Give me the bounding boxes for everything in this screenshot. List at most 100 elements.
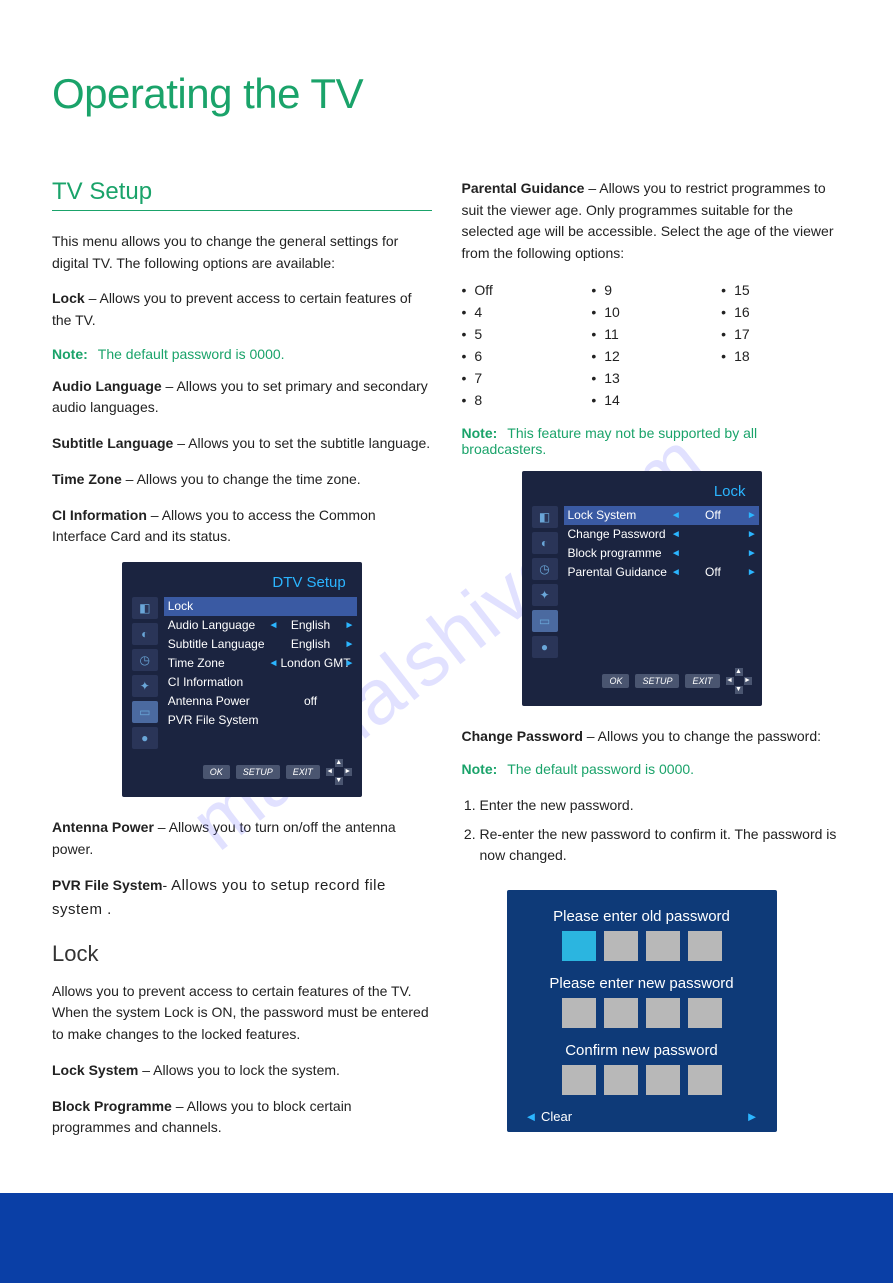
osd-menu-list: Lock Audio Language◄English► Subtitle La… (164, 597, 357, 749)
osd-row-timezone: Time Zone◄London GMT► (164, 654, 357, 673)
note-broadcaster: Note:This feature may not be supported b… (462, 425, 842, 457)
osd-nav-buttons: OK SETUP EXIT ▲◄►▼ (132, 759, 352, 785)
lock-icon: ● (532, 636, 558, 658)
pwd-box (688, 931, 722, 961)
dpad-icon: ▲◄►▼ (726, 668, 752, 694)
camera-icon: ◧ (132, 597, 158, 619)
osd-category-icons: ◧ ◐ ◷ ✦ ▭ ● (132, 597, 158, 749)
section-heading-tv-setup: TV Setup (52, 178, 432, 211)
osd-setup-button: SETUP (635, 674, 679, 688)
pg-opt: 6 (462, 345, 582, 367)
parental-options-grid: Off 4 5 6 7 8 9 10 11 12 13 14 (462, 279, 842, 411)
pg-opt: 17 (721, 323, 841, 345)
page-content: Operating the TV TV Setup This menu allo… (0, 0, 893, 1153)
pwd-box (688, 998, 722, 1028)
sound-icon: ◐ (532, 532, 558, 554)
def-antenna-power: Antenna Power – Allows you to turn on/of… (52, 817, 432, 860)
def-audio-language: Audio Language – Allows you to set prima… (52, 376, 432, 419)
def-ci-information: CI Information – Allows you to access th… (52, 505, 432, 548)
pwd-boxes-old (525, 931, 759, 961)
subsection-lock: Lock (52, 941, 432, 967)
footer-bar (0, 1193, 893, 1283)
step-1: Enter the new password. (480, 791, 842, 820)
sound-icon: ◐ (132, 623, 158, 645)
note-default-password-2: Note:The default password is 0000. (462, 761, 842, 777)
clock-icon: ◷ (132, 649, 158, 671)
osd-ok-button: OK (203, 765, 230, 779)
osd-title: DTV Setup (132, 572, 352, 597)
page-title: Operating the TV (52, 70, 841, 118)
osd-row-pvr: PVR File System (164, 711, 357, 730)
pwd-boxes-confirm (525, 1065, 759, 1095)
osd-row-blockprog: Block programme◄► (564, 544, 759, 563)
osd-row-ci: CI Information (164, 673, 357, 692)
clear-label: Clear (525, 1109, 573, 1124)
osd-dtv-setup: DTV Setup ◧ ◐ ◷ ✦ ▭ ● Lock Audio Langu (122, 562, 362, 797)
osd-row-antenna: Antenna Poweroff (164, 692, 357, 711)
osd-row-audio: Audio Language◄English► (164, 616, 357, 635)
def-lock-system: Lock System – Allows you to lock the sys… (52, 1060, 432, 1082)
pg-opt: 13 (591, 367, 711, 389)
pg-opt: Off (462, 279, 582, 301)
intro-paragraph: This menu allows you to change the gener… (52, 231, 432, 274)
pg-opt: 12 (591, 345, 711, 367)
pg-opt: 10 (591, 301, 711, 323)
osd-row-subtitle: Subtitle LanguageEnglish► (164, 635, 357, 654)
pg-opt: 16 (721, 301, 841, 323)
osd-row-changepw: Change Password◄► (564, 525, 759, 544)
pwd-box (688, 1065, 722, 1095)
osd-ok-button: OK (602, 674, 629, 688)
lock-icon: ● (132, 727, 158, 749)
osd-category-icons: ◧ ◐ ◷ ✦ ▭ ● (532, 506, 558, 658)
def-change-password: Change Password – Allows you to change t… (462, 726, 842, 748)
def-subtitle-language: Subtitle Language – Allows you to set th… (52, 433, 432, 455)
osd-password: Please enter old password Please enter n… (507, 890, 777, 1132)
pwd-box (604, 1065, 638, 1095)
pwd-label-new: Please enter new password (525, 975, 759, 992)
settings-icon: ✦ (132, 675, 158, 697)
pwd-box (562, 931, 596, 961)
pwd-label-confirm: Confirm new password (525, 1042, 759, 1059)
def-parental-guidance: Parental Guidance – Allows you to restri… (462, 178, 842, 265)
lock-intro: Allows you to prevent access to certain … (52, 981, 432, 1046)
pwd-box (562, 1065, 596, 1095)
pwd-box (646, 998, 680, 1028)
pwd-box (646, 1065, 680, 1095)
step-2: Re-enter the new password to confirm it.… (480, 820, 842, 870)
right-column: Parental Guidance – Allows you to restri… (462, 178, 842, 1153)
camera-icon: ◧ (532, 506, 558, 528)
right-arrow-icon: ► (746, 1109, 759, 1124)
settings-icon: ✦ (532, 584, 558, 606)
tv-icon: ▭ (532, 610, 558, 632)
note-default-password-1: Note:The default password is 0000. (52, 346, 432, 362)
osd-row-locksystem: Lock System◄Off► (564, 506, 759, 525)
pg-opt: 5 (462, 323, 582, 345)
osd-exit-button: EXIT (286, 765, 320, 779)
def-lock: Lock – Allows you to prevent access to c… (52, 288, 432, 331)
pg-opt: 14 (591, 389, 711, 411)
password-steps: Enter the new password. Re-enter the new… (480, 791, 842, 870)
pg-col-1: Off 4 5 6 7 8 (462, 279, 582, 411)
pwd-footer: Clear ► (525, 1109, 759, 1124)
clock-icon: ◷ (532, 558, 558, 580)
osd-nav-buttons: OK SETUP EXIT ▲◄►▼ (532, 668, 752, 694)
osd-setup-button: SETUP (236, 765, 280, 779)
osd-exit-button: EXIT (685, 674, 719, 688)
pwd-box (646, 931, 680, 961)
osd-row-parental: Parental Guidance◄Off► (564, 563, 759, 582)
pg-col-2: 9 10 11 12 13 14 (591, 279, 711, 411)
pg-opt: 4 (462, 301, 582, 323)
pg-opt: 11 (591, 323, 711, 345)
osd-menu-list: Lock System◄Off► Change Password◄► Block… (564, 506, 759, 658)
left-column: TV Setup This menu allows you to change … (52, 178, 432, 1153)
pwd-label-old: Please enter old password (525, 908, 759, 925)
pwd-boxes-new (525, 998, 759, 1028)
pg-opt: 15 (721, 279, 841, 301)
pg-opt: 8 (462, 389, 582, 411)
pg-opt: 9 (591, 279, 711, 301)
tv-icon: ▭ (132, 701, 158, 723)
osd-row-lock: Lock (164, 597, 357, 616)
osd-lock: Lock ◧ ◐ ◷ ✦ ▭ ● Lock System◄Off► Chan (522, 471, 762, 706)
pwd-box (604, 998, 638, 1028)
pg-col-3: 15 16 17 18 (721, 279, 841, 411)
